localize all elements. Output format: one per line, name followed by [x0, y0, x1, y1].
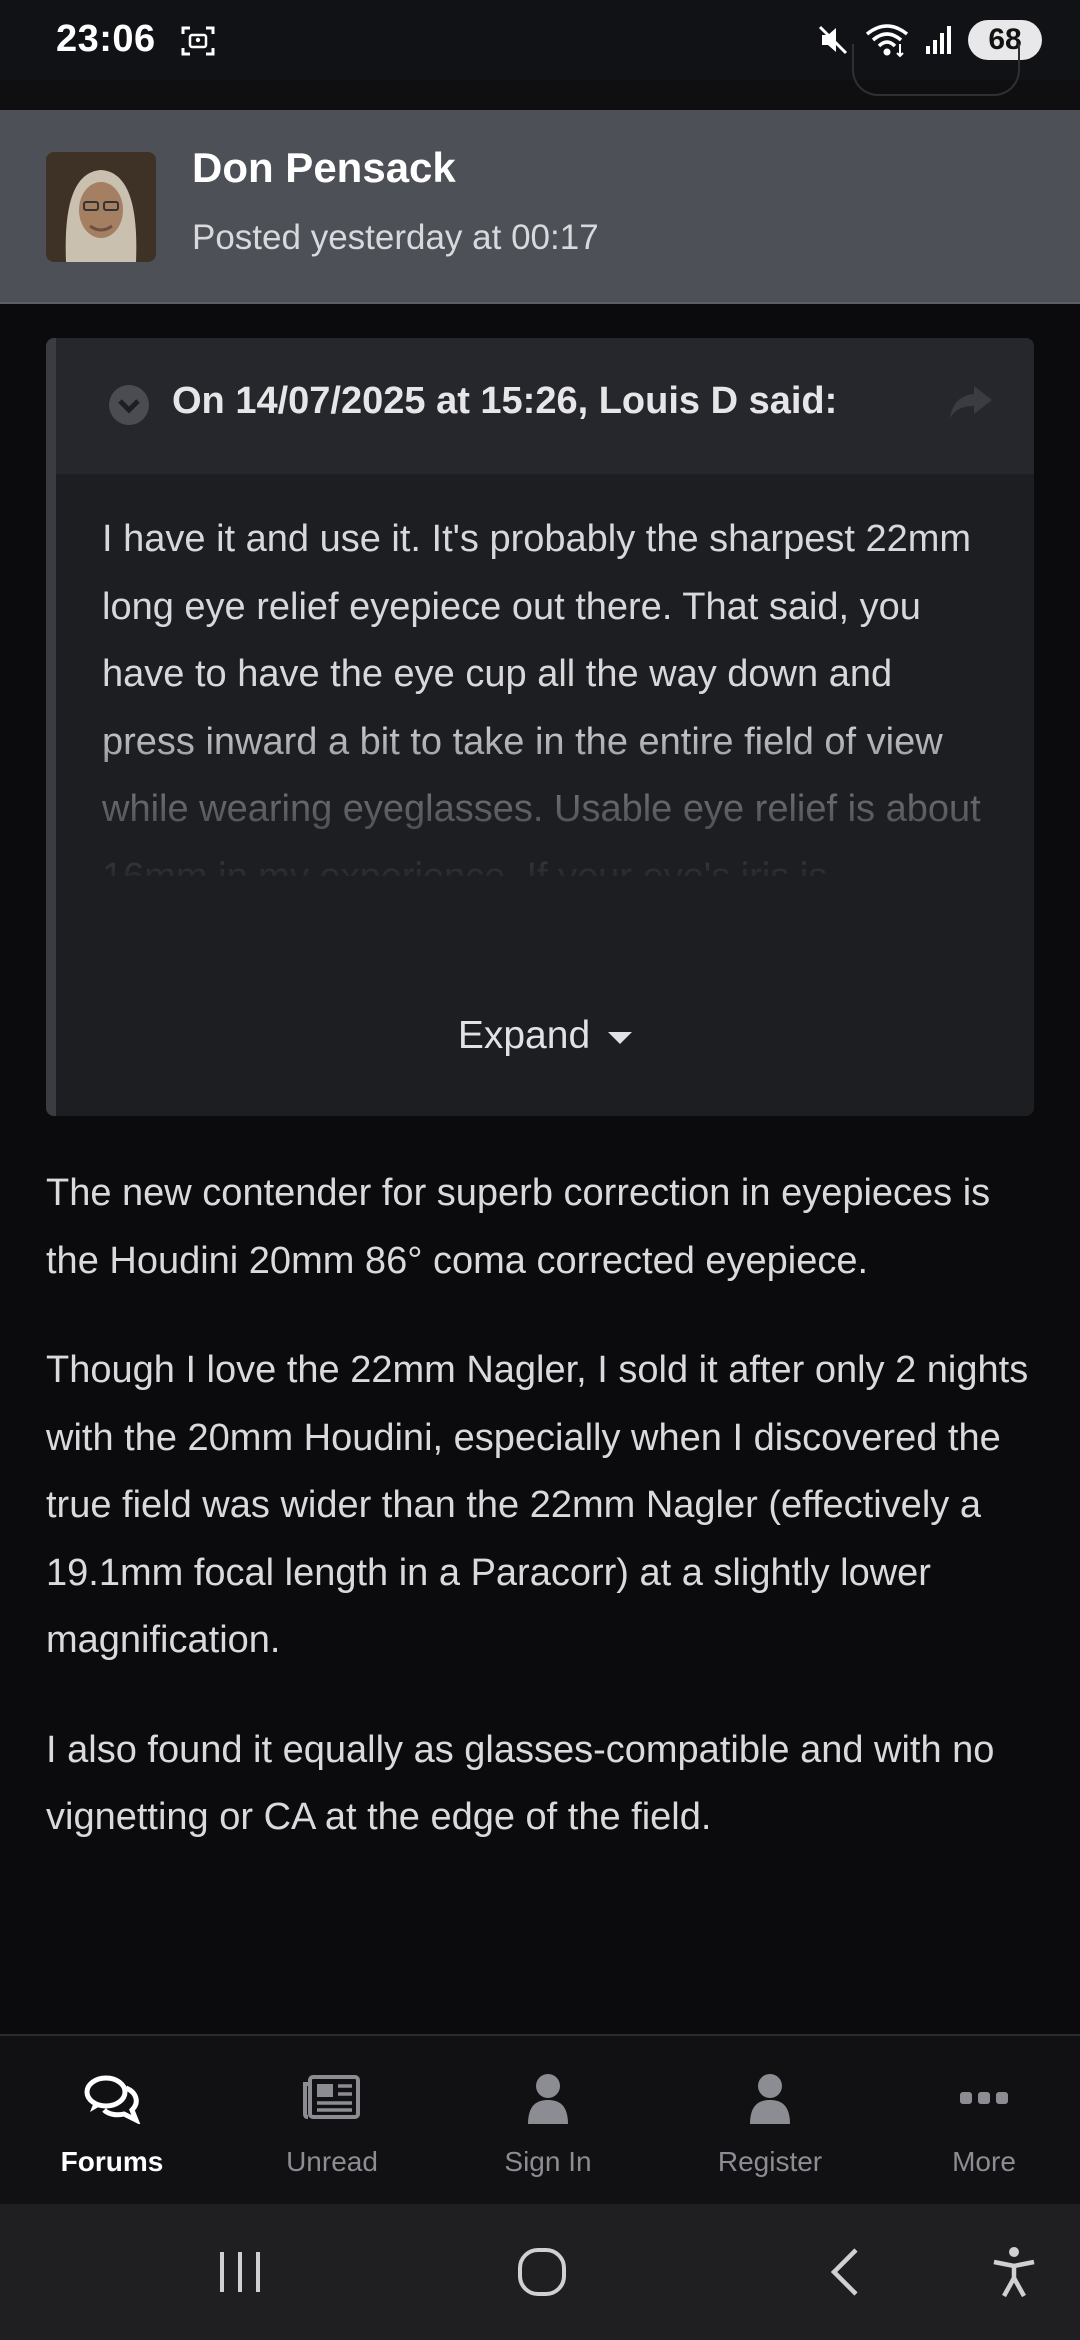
nav-item-sign-in[interactable]: Sign In [448, 2036, 648, 2206]
newspaper-icon [303, 2075, 360, 2119]
post-author-header: Don Pensack Posted yesterday at 00:17 [0, 110, 1080, 304]
post-paragraph: I also found it equally as glasses-compa… [46, 1728, 995, 1839]
expand-button[interactable]: Expand [56, 1014, 1034, 1058]
post-paragraph: Though I love the 22mm Nagler, I sold it… [46, 1349, 1029, 1661]
post-date: Posted yesterday at 00:17 [192, 218, 599, 257]
quote-header: On 14/07/2025 at 15:26, Louis D said: [56, 338, 1034, 474]
ellipsis-icon [960, 2092, 1008, 2104]
caret-down-icon [608, 1031, 633, 1044]
nav-label-sign-in: Sign In [504, 2146, 592, 2177]
nav-label-unread: Unread [286, 2146, 378, 2177]
avatar[interactable] [46, 152, 156, 262]
bottom-navigation: Forums Unread Sign In Register More [0, 2034, 1080, 2206]
accessibility-icon[interactable] [984, 2242, 1044, 2302]
nav-label-register: Register [717, 2146, 823, 2177]
mute-icon [818, 25, 848, 55]
home-icon[interactable] [512, 2242, 572, 2302]
quote-citation: On 14/07/2025 at 15:26, Louis D said: [172, 380, 838, 422]
screenshot-icon [181, 26, 215, 56]
nav-item-forums[interactable]: Forums [12, 2036, 212, 2206]
nav-item-unread[interactable]: Unread [232, 2036, 432, 2206]
system-navigation-bar [0, 2204, 1080, 2340]
quote-block: On 14/07/2025 at 15:26, Louis D said: I … [46, 338, 1034, 1116]
quote-fade [56, 718, 1034, 918]
partial-button [852, 44, 1020, 96]
chevron-down-icon[interactable] [108, 384, 150, 426]
forums-icon [84, 2075, 141, 2124]
nav-label-forums: Forums [60, 2146, 164, 2177]
user-icon [528, 2074, 568, 2124]
nav-item-more[interactable]: More [884, 2036, 1080, 2206]
nav-label-more: More [952, 2146, 1016, 2177]
share-icon[interactable] [948, 382, 994, 422]
nav-item-register[interactable]: Register [670, 2036, 870, 2206]
avatar-image [46, 152, 156, 262]
recent-apps-icon[interactable] [210, 2242, 270, 2302]
expand-label: Expand [457, 1014, 591, 1057]
user-icon [750, 2074, 790, 2124]
author-name[interactable]: Don Pensack [192, 144, 456, 192]
post-paragraph: The new contender for superb correction … [46, 1172, 991, 1282]
post-content: The new contender for superb correction … [46, 1160, 1036, 1894]
status-time: 23:06 [56, 18, 156, 60]
back-icon[interactable] [816, 2242, 876, 2302]
